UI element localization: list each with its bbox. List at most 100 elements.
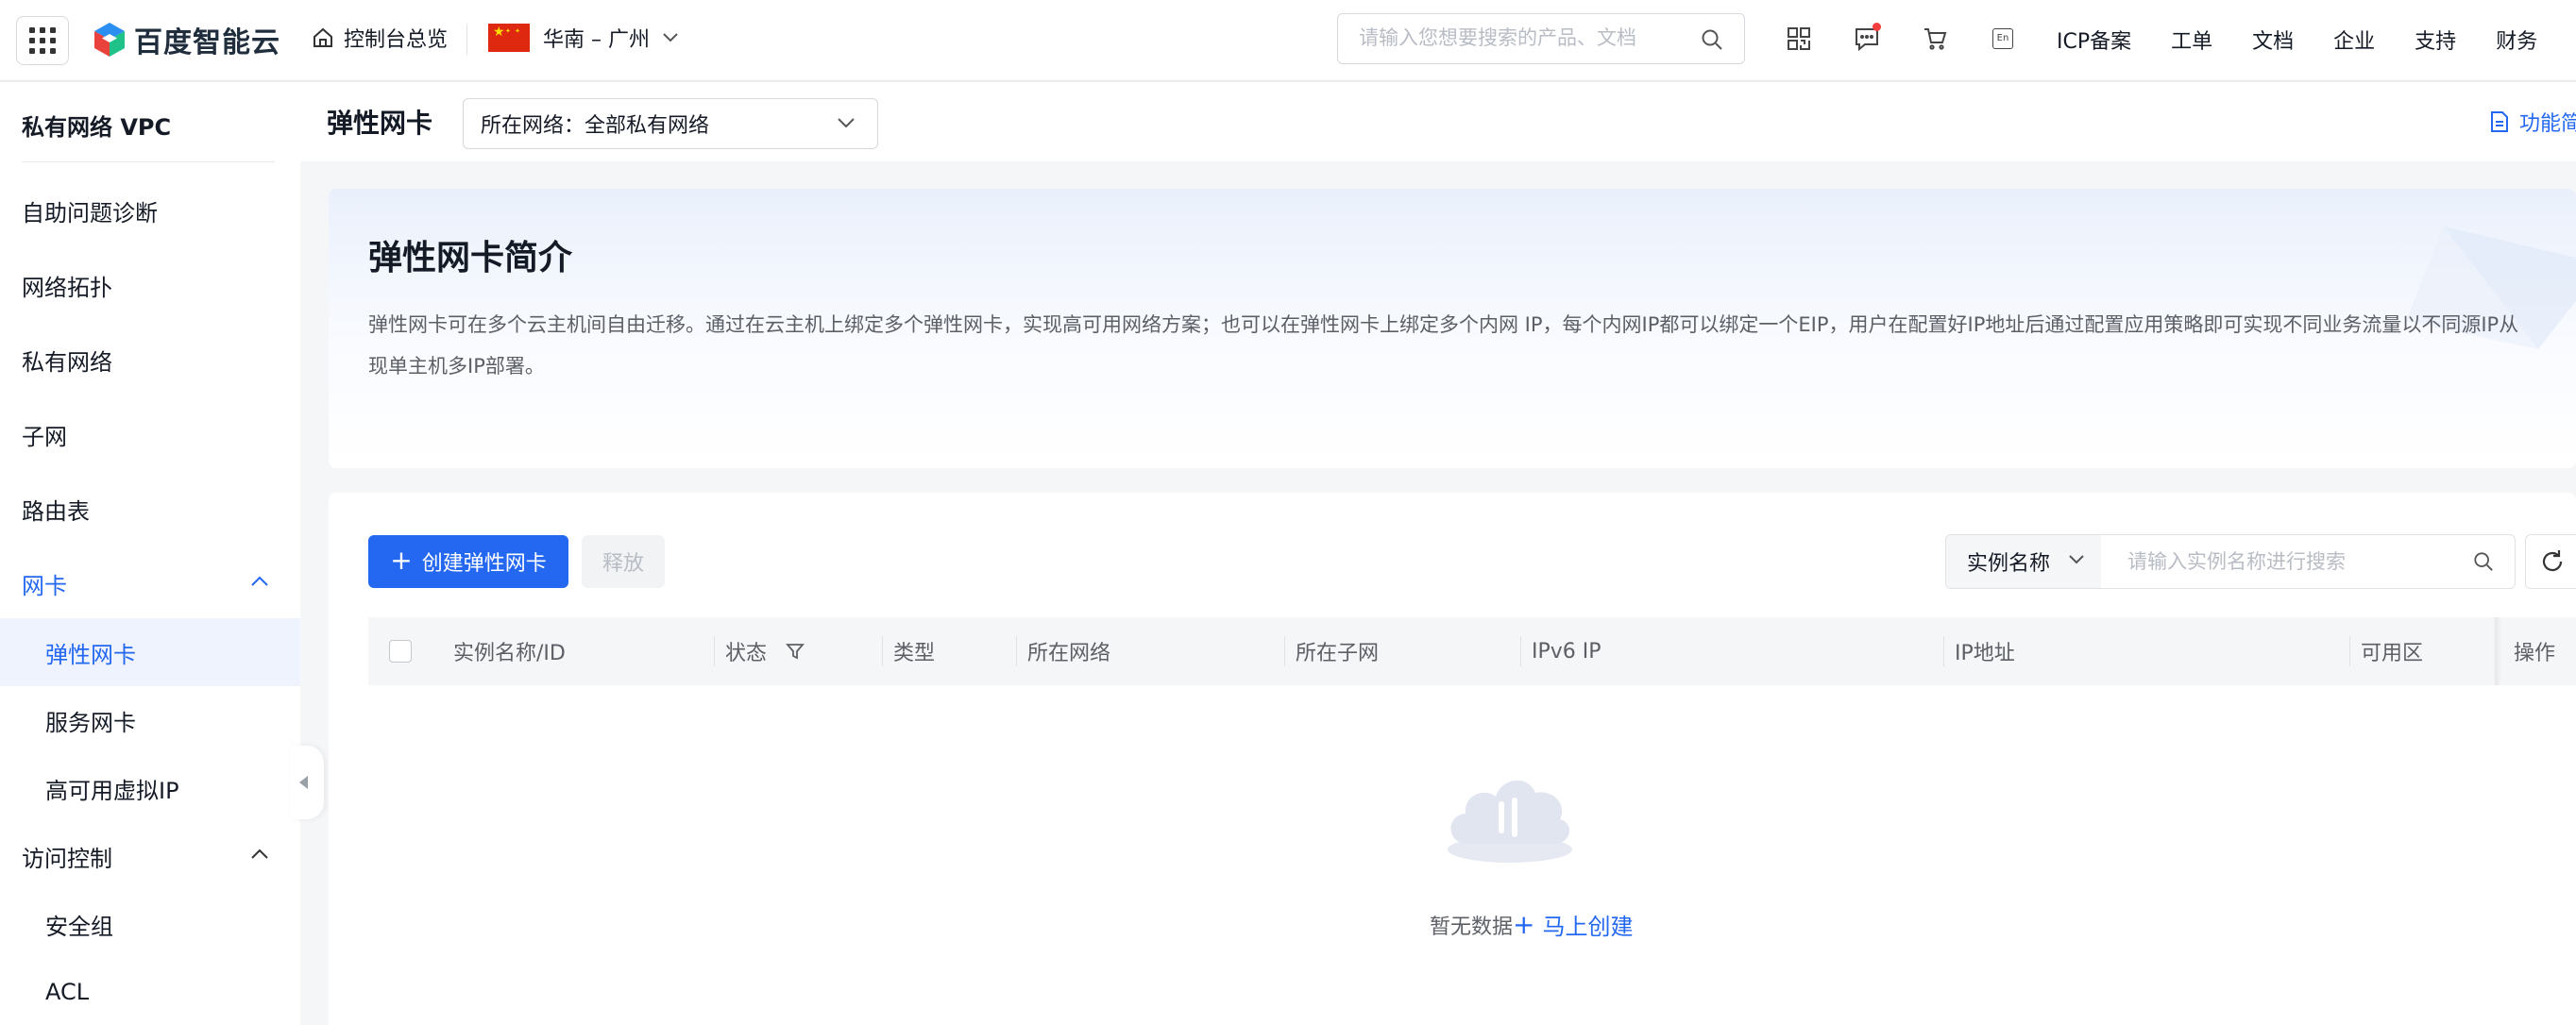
column-header-subnet[interactable]: 所在子网	[1296, 617, 1379, 685]
intro-title: 弹性网卡简介	[368, 239, 573, 277]
apps-menu-button[interactable]	[16, 16, 69, 65]
search-type-select[interactable]: 实例名称	[1946, 535, 2101, 588]
brand-logo[interactable]: 百度智能云	[93, 19, 280, 60]
intro-description-line: 弹性网卡可在多个云主机间自由迁移。通过在云主机上绑定多个弹性网卡，实现高可用网络…	[368, 313, 2519, 336]
search-type-value: 实例名称	[1967, 552, 2051, 576]
sidebar-item-label: 私有网络	[22, 348, 112, 376]
top-link-icp[interactable]: ICP备案	[2057, 25, 2131, 55]
sidebar-collapse-handle[interactable]	[290, 746, 324, 819]
intro-description: 弹性网卡可在多个云主机间自由迁移。通过在云主机上绑定多个弹性网卡，实现高可用网络…	[368, 304, 2576, 387]
plus-icon: +	[1513, 908, 1535, 940]
column-header-ipv6[interactable]: IPv6 IP	[1532, 617, 1602, 685]
create-elastic-nic-button[interactable]: + 创建弹性网卡	[368, 535, 568, 588]
sidebar: 私有网络 VPC 自助问题诊断 网络拓扑 私有网络 子网 路由表 网卡 弹性网卡…	[0, 82, 300, 1025]
column-header-name[interactable]: 实例名称/ID	[453, 617, 566, 685]
cart-icon	[1924, 28, 1947, 50]
sidebar-item-private-network[interactable]: 私有网络	[0, 326, 300, 394]
messages-button[interactable]	[1853, 23, 1881, 53]
sidebar-item-self-diagnosis[interactable]: 自助问题诊断	[0, 176, 300, 244]
notification-dot	[1873, 23, 1881, 31]
sidebar-item-security-group[interactable]: 安全组	[0, 890, 300, 958]
column-header-status[interactable]: 状态	[725, 617, 805, 685]
top-link-docs[interactable]: 文档	[2252, 25, 2294, 55]
network-select[interactable]: 所在网络：全部私有网络	[463, 98, 878, 149]
column-separator	[1520, 636, 1521, 666]
console-overview-link[interactable]: 控制台总览	[312, 23, 448, 53]
chevron-down-icon	[838, 118, 855, 128]
sidebar-item-label: ACL	[45, 979, 90, 1005]
sidebar-group-access-control[interactable]: 访问控制	[0, 822, 300, 890]
intro-card: 弹性网卡简介 弹性网卡可在多个云主机间自由迁移。通过在云主机上绑定多个弹性网卡，…	[329, 189, 2576, 468]
sidebar-item-topology[interactable]: 网络拓扑	[0, 251, 300, 319]
empty-state: 暂无数据 + 马上创建	[1430, 908, 1633, 941]
document-icon	[2491, 111, 2508, 132]
refresh-button[interactable]	[2525, 534, 2576, 589]
home-icon	[314, 27, 332, 47]
fixed-column-shadow	[2495, 617, 2502, 685]
column-separator	[882, 636, 883, 666]
create-button-label: 创建弹性网卡	[421, 552, 547, 576]
create-now-label: 马上创建	[1542, 914, 1634, 940]
column-header-actions: 操作	[2514, 642, 2556, 665]
sidebar-item-elastic-nic[interactable]: 弹性网卡	[0, 618, 300, 686]
column-header-ip[interactable]: IP地址	[1955, 617, 2015, 685]
column-separator	[1016, 636, 1017, 666]
select-all-checkbox[interactable]	[389, 640, 412, 663]
console-overview-label: 控制台总览	[344, 28, 449, 52]
sidebar-item-label: 自助问题诊断	[22, 199, 158, 227]
sidebar-item-label: 路由表	[22, 497, 90, 525]
grid-icon	[29, 27, 56, 54]
global-search-input[interactable]	[1359, 14, 1699, 61]
nic-list-card: + 创建弹性网卡 释放 实例名称 实例名称/ID 状态 类型 所在网络 所在子网…	[329, 493, 2576, 1025]
search-icon[interactable]	[2473, 551, 2494, 572]
chevron-up-icon	[251, 576, 268, 586]
logo-cube-icon	[94, 23, 125, 57]
plus-icon: +	[390, 544, 413, 576]
column-header-network[interactable]: 所在网络	[1027, 617, 1110, 685]
feature-intro-label: 功能简	[2519, 112, 2576, 136]
sidebar-item-label: 网络拓扑	[22, 274, 112, 301]
toolbar-icons: En	[1785, 23, 2017, 53]
sidebar-item-label: 访问控制	[22, 845, 112, 872]
top-link-ticket[interactable]: 工单	[2171, 25, 2212, 55]
filter-icon[interactable]	[786, 642, 805, 661]
logo-text: 百度智能云	[134, 26, 280, 59]
top-link-enterprise[interactable]: 企业	[2333, 25, 2375, 55]
create-now-link[interactable]: + 马上创建	[1513, 908, 1633, 941]
sidebar-item-acl[interactable]: ACL	[0, 958, 300, 1025]
sidebar-title: 私有网络 VPC	[22, 114, 172, 141]
qrcode-icon	[1788, 27, 1810, 50]
instance-search-input[interactable]	[2127, 535, 2515, 588]
region-selector[interactable]: 华南 – 广州	[488, 23, 678, 53]
sidebar-group-nic[interactable]: 网卡	[0, 549, 300, 617]
language-button[interactable]: En	[1989, 25, 2017, 53]
sidebar-item-label: 网卡	[22, 572, 67, 599]
refresh-icon	[2542, 550, 2563, 572]
sidebar-item-service-nic[interactable]: 服务网卡	[0, 686, 300, 754]
feature-intro-link[interactable]: 功能简	[2489, 107, 2576, 137]
sidebar-divider	[22, 161, 275, 162]
instance-search: 实例名称	[1945, 534, 2516, 589]
page-header: 弹性网卡 所在网络：全部私有网络 功能简	[300, 82, 2576, 161]
release-button[interactable]: 释放	[582, 535, 665, 588]
table-header: 实例名称/ID 状态 类型 所在网络 所在子网 IPv6 IP IP地址 可用区…	[368, 617, 2576, 685]
sidebar-item-ha-vip[interactable]: 高可用虚拟IP	[0, 754, 300, 822]
column-header-type[interactable]: 类型	[893, 617, 935, 685]
column-separator	[2349, 636, 2350, 666]
sidebar-item-label: 弹性网卡	[45, 641, 136, 668]
top-link-support[interactable]: 支持	[2415, 25, 2456, 55]
caret-left-icon	[298, 776, 308, 789]
top-link-finance[interactable]: 财务	[2496, 25, 2537, 55]
column-header-status-label: 状态	[725, 642, 768, 665]
cart-button[interactable]	[1921, 25, 1949, 53]
sidebar-item-label: 安全组	[45, 913, 113, 940]
empty-cloud-icon	[1448, 780, 1572, 863]
qrcode-button[interactable]	[1785, 25, 1813, 53]
column-separator	[1943, 636, 1944, 666]
column-header-zone[interactable]: 可用区	[2361, 617, 2423, 685]
sidebar-item-route-table[interactable]: 路由表	[0, 475, 300, 543]
english-language-icon: En	[1992, 28, 2013, 49]
search-icon[interactable]	[1701, 28, 1723, 51]
network-select-value: 所在网络：全部私有网络	[481, 114, 710, 138]
sidebar-item-subnet[interactable]: 子网	[0, 400, 300, 468]
